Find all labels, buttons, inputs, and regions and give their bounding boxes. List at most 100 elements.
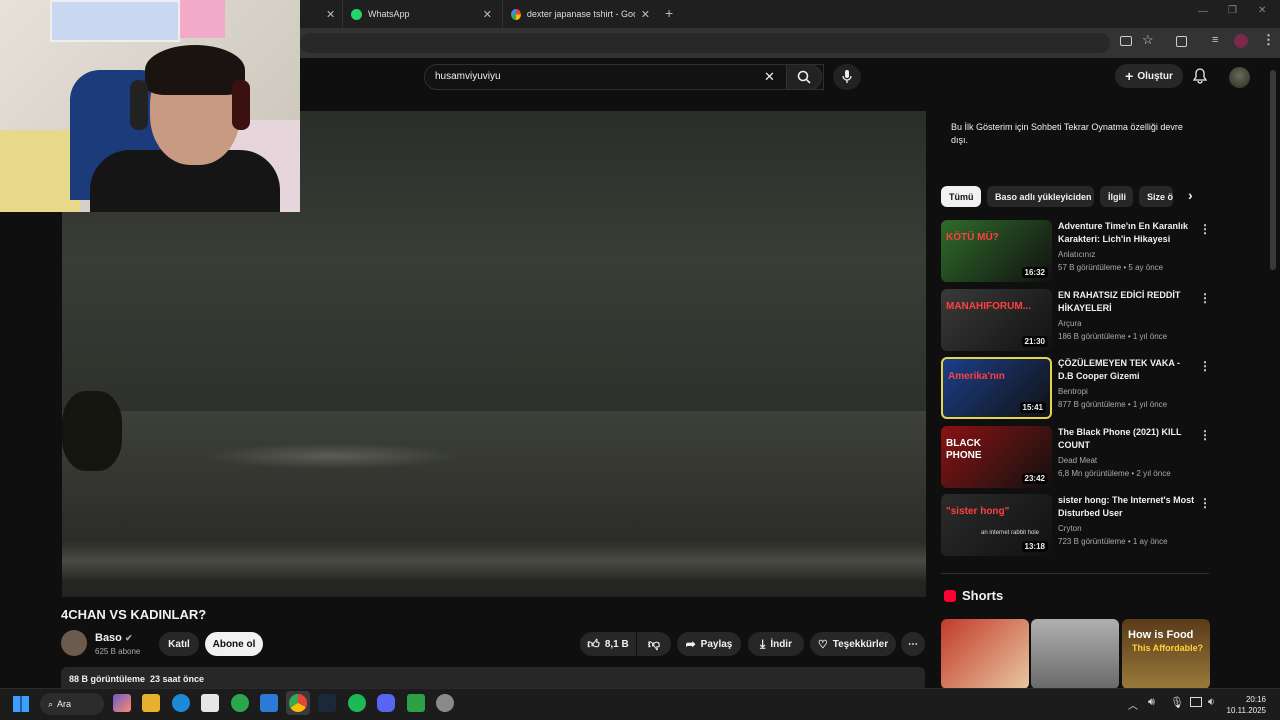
search-button[interactable] [786,64,822,90]
more-options-icon[interactable]: ⋮ [1199,359,1211,373]
copilot-icon[interactable] [113,694,131,712]
view-count: 88 B görüntüleme [69,674,146,684]
recommendation-channel[interactable]: Bentropi [1058,387,1088,396]
short-item[interactable]: How is Food This Affordable? [1122,619,1210,689]
create-button[interactable]: + Oluştur [1115,64,1183,88]
scrollbar[interactable] [1270,70,1276,270]
window-close-button[interactable]: ✕ [1258,5,1266,16]
recommendation-item[interactable]: MANAHIFORUM... 21:30 EN RAHATSIZ EDİCİ R… [941,289,1211,351]
more-options-icon[interactable]: ⋮ [1199,291,1211,305]
more-options-icon[interactable]: ⋮ [1199,222,1211,236]
recommendation-title[interactable]: The Black Phone (2021) KILL COUNT [1058,426,1196,452]
taskbar [0,688,1280,720]
taskbar-search[interactable]: ⌕ Ara [40,693,104,715]
search-input[interactable]: husamviyuviyu ✕ [424,64,824,90]
recommendation-thumbnail[interactable]: "sister hong" an internet rabbit hole 13… [941,494,1052,556]
share-button[interactable]: ➦ Paylaş [677,632,741,656]
subscribe-button[interactable]: Abone ol [205,632,263,656]
new-tab-button[interactable]: + [665,5,673,21]
star-icon[interactable]: ☆ [1142,32,1154,48]
menu-icon[interactable]: ⋮ [1262,32,1275,48]
cast-icon[interactable] [1120,36,1132,46]
recommendation-title[interactable]: EN RAHATSIZ EDİCİ REDDİT HİKAYELERİ [1058,289,1196,315]
recommendation-title[interactable]: ÇÖZÜLEMEYEN TEK VAKA - D.B Cooper Gizemi [1058,357,1196,383]
recommendation-item[interactable]: Amerika'nın 15:41 ÇÖZÜLEMEYEN TEK VAKA -… [941,357,1211,419]
thanks-button[interactable]: ♡ Teşekkürler [810,632,896,656]
maximize-button[interactable]: ❐ [1228,5,1237,16]
recommendation-thumbnail[interactable]: MANAHIFORUM... 21:30 [941,289,1052,351]
voice-search-button[interactable] [833,64,861,90]
account-avatar[interactable] [1229,67,1250,88]
volume-icon[interactable]: 🔉︎ [1208,696,1215,709]
tray-chevron-icon[interactable]: ︿ [1128,697,1138,712]
edge-icon[interactable] [172,694,190,712]
shorts-icon [944,590,956,602]
channel-name-text: Baso [95,632,122,644]
recommendation-item[interactable]: BLACK PHONE 23:42 The Black Phone (2021)… [941,426,1211,488]
speaker-icon[interactable]: 🔊︎ [1148,696,1155,709]
chrome-icon[interactable] [289,694,307,712]
store-icon[interactable] [201,694,219,712]
spotify-icon[interactable] [348,694,366,712]
mail-icon[interactable] [260,694,278,712]
recommendation-meta: 57 B görüntüleme • 5 ay önce [1058,263,1164,272]
clock[interactable]: 20:16 10.11.2025 [1226,694,1266,716]
file-explorer-icon[interactable] [142,694,160,712]
reading-list-icon[interactable]: ≡ [1212,34,1218,46]
poster-right [180,0,225,38]
notifications-button[interactable] [1192,68,1208,89]
recommendation-channel[interactable]: Cryton [1058,524,1082,533]
recommendation-title[interactable]: sister hong: The Internet's Most Disturb… [1058,494,1196,520]
more-options-icon[interactable]: ⋮ [1199,496,1211,510]
chip-from-uploader[interactable]: Baso adlı yükleyiciden [987,186,1094,207]
tab-whatsapp[interactable]: WhatsApp ✕ [342,0,500,28]
tab-google-search[interactable]: dexter japanase tshirt - Google ✕ [502,0,658,28]
chevron-right-icon[interactable]: › [1188,187,1193,203]
windows-start-icon[interactable] [13,696,29,712]
settings-gear-icon[interactable] [436,694,454,712]
recommendation-title[interactable]: Adventure Time'ın En Karanlık Karakteri:… [1058,220,1196,246]
app-icon[interactable] [407,694,425,712]
short-item[interactable] [1031,619,1119,689]
channel-avatar[interactable] [61,630,87,656]
minimize-button[interactable]: — [1198,6,1208,17]
recommendation-channel[interactable]: Anlatıcınız [1058,250,1095,259]
dislike-button[interactable]: 👎︎ [637,632,671,656]
download-button[interactable]: ⤓ İndir [748,632,804,656]
chip-all[interactable]: Tümü [941,186,981,207]
shorts-heading: Shorts [962,588,1004,603]
channel-name[interactable]: Baso ✔ [95,632,133,644]
steam-icon[interactable] [318,694,336,712]
clock-time: 20:16 [1245,695,1266,704]
recommendation-thumbnail[interactable]: KÖTÜ MÜ? 16:32 [941,220,1052,282]
profile-avatar[interactable] [1234,34,1248,48]
microphone-tray-icon[interactable]: 🎙︎ [1170,696,1184,709]
recommendation-thumbnail[interactable]: BLACK PHONE 23:42 [941,426,1052,488]
recommendation-item[interactable]: "sister hong" an internet rabbit hole 13… [941,494,1211,556]
recommendation-item[interactable]: KÖTÜ MÜ? 16:32 Adventure Time'ın En Kara… [941,220,1211,282]
close-icon[interactable]: ✕ [483,8,492,21]
xbox-icon[interactable] [231,694,249,712]
chip-for-you[interactable]: Size ö [1139,186,1173,207]
chip-related[interactable]: İlgili [1100,186,1133,207]
more-options-icon[interactable]: ⋮ [1199,428,1211,442]
poster-left [50,0,180,42]
short-thumbnail [1031,619,1119,689]
more-actions-button[interactable]: ⋯ [901,632,925,656]
duration-badge: 13:18 [1021,541,1048,552]
recommendation-thumbnail[interactable]: Amerika'nın 15:41 [941,357,1052,419]
recommendation-channel[interactable]: Dead Meat [1058,456,1097,465]
short-item[interactable] [941,619,1029,689]
discord-icon[interactable] [377,694,395,712]
like-button[interactable]: 👍︎ 8,1 B [580,632,636,656]
clear-search-icon[interactable]: ✕ [764,69,775,85]
recommendation-channel[interactable]: Arçura [1058,319,1082,328]
display-icon[interactable] [1190,697,1202,707]
taskbar-search-label: Ara [57,699,72,709]
tab-label: WhatsApp [368,9,410,19]
close-icon[interactable]: ✕ [641,8,650,21]
tab-close-icon[interactable]: ✕ [318,0,338,28]
join-button[interactable]: Katıl [159,632,199,656]
extensions-icon[interactable] [1176,36,1187,47]
address-bar[interactable] [300,33,1110,53]
